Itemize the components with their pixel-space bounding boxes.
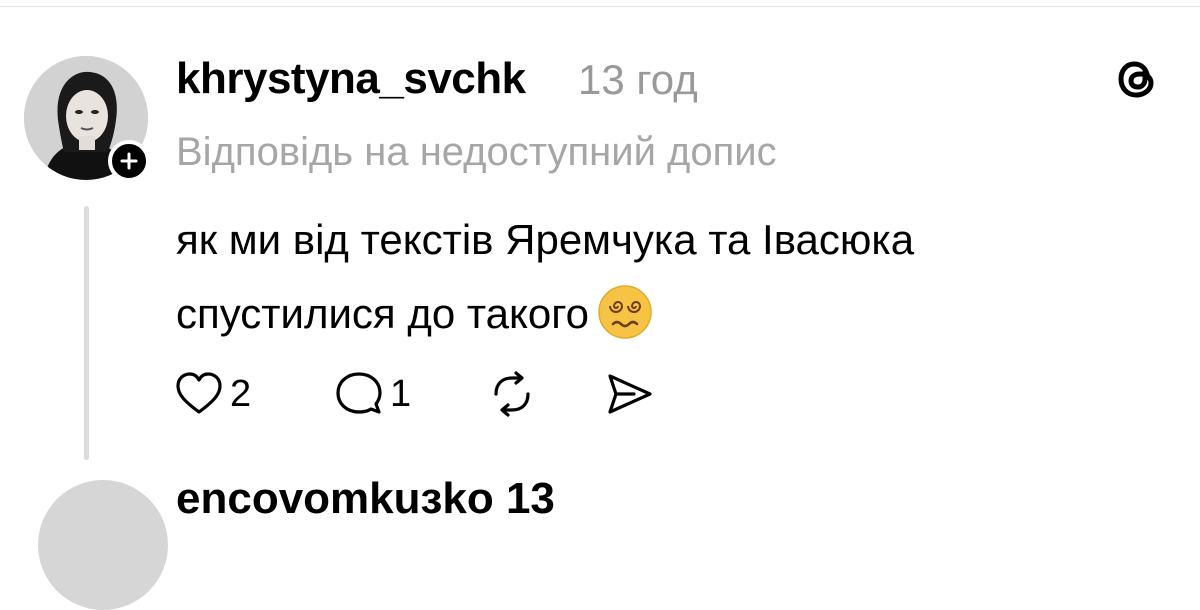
username[interactable]: khrystyna_svchk xyxy=(176,54,526,104)
comment-button[interactable]: 1 xyxy=(334,370,411,418)
dizzy-face-emoji-icon xyxy=(597,284,653,340)
heart-icon xyxy=(176,372,222,414)
comment-count: 1 xyxy=(390,372,412,415)
reply-context[interactable]: Відповідь на недоступний допис xyxy=(176,130,777,175)
repost-icon xyxy=(494,371,530,417)
next-post-username[interactable]: еnсоvоmkuзkо 13 xyxy=(176,474,555,524)
like-button[interactable]: 2 xyxy=(174,370,251,418)
next-post-avatar[interactable] xyxy=(38,480,168,610)
post-text-line-2-text: спустилися до такого xyxy=(176,290,589,337)
avatar-container[interactable] xyxy=(24,56,154,186)
like-count: 2 xyxy=(230,372,252,415)
repost-button[interactable] xyxy=(486,370,538,418)
plus-icon xyxy=(120,152,138,170)
comment-icon xyxy=(336,372,382,414)
follow-plus-button[interactable] xyxy=(108,140,150,182)
post-text-line-2: спустилися до такого xyxy=(176,284,653,340)
top-divider xyxy=(0,6,1200,7)
post-text-line-1: як ми від текстів Яремчука та Івасюка xyxy=(176,216,915,263)
share-button[interactable] xyxy=(604,370,654,418)
post-time: 13 год xyxy=(578,56,698,103)
thread-line xyxy=(84,206,89,460)
send-icon xyxy=(608,374,652,414)
threads-logo-icon[interactable] xyxy=(1114,54,1164,104)
